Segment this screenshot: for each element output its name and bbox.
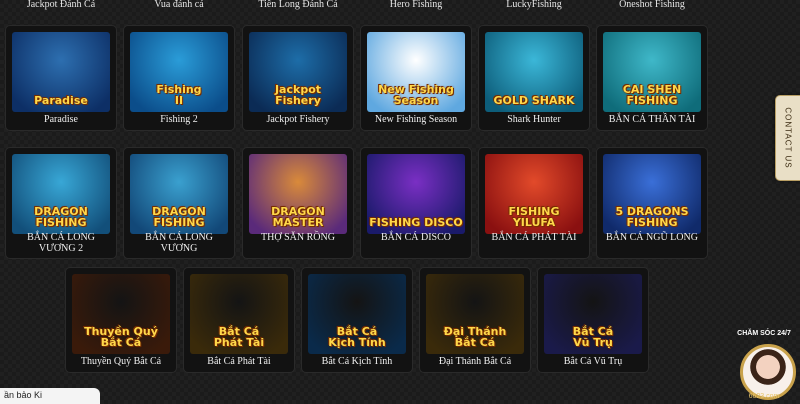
contact-us-label: CONTACT US <box>783 107 793 169</box>
game-logo: FISHING YILUFA <box>508 205 560 229</box>
game-title[interactable]: Fishing 2 <box>126 114 232 125</box>
game-label[interactable]: Tiên Long Đánh Cá <box>243 0 353 10</box>
game-thumbnail[interactable]: GOLD SHARK <box>485 32 583 112</box>
game-logo: 5 DRAGONS FISHING <box>615 205 689 229</box>
game-logo: Fishing II <box>156 83 202 107</box>
game-title[interactable]: BẮN CÁ NGŨ LONG <box>599 232 705 243</box>
game-logo: CAI SHEN FISHING <box>622 83 682 107</box>
notification-chip[interactable]: ần bảo Ki <box>0 388 100 404</box>
game-label[interactable]: Jackpot Đánh Cá <box>6 0 116 10</box>
game-label[interactable]: Hero Fishing <box>361 0 471 10</box>
game-thumbnail[interactable]: Bắt Cá Kịch Tính <box>308 274 406 354</box>
game-card-ban-ca-than-tai[interactable]: CAI SHEN FISHING BẮN CÁ THẦN TÀI <box>597 26 707 130</box>
game-card-bat-ca-vu-tru[interactable]: Bắt Cá Vũ Trụ Bắt Cá Vũ Trụ <box>538 268 648 372</box>
game-card-ban-ca-phat-tai[interactable]: FISHING YILUFA BẮN CÁ PHÁT TÀI <box>479 148 589 258</box>
game-logo: Bắt Cá Kịch Tính <box>328 325 386 349</box>
game-title[interactable]: Bắt Cá Kịch Tính <box>304 356 410 367</box>
game-card-tho-san-rong[interactable]: DRAGON MASTER THỢ SĂN RỒNG <box>243 148 353 258</box>
game-card-thuyen-quy-bat-ca[interactable]: Thuyền Quý Bắt Cá Thuyền Quý Bắt Cá <box>66 268 176 372</box>
support-agent-avatar <box>740 344 796 400</box>
game-title[interactable]: Bắt Cá Vũ Trụ <box>540 356 646 367</box>
game-logo: DRAGON FISHING <box>34 205 88 229</box>
game-thumbnail[interactable]: DRAGON FISHING <box>130 154 228 234</box>
game-title[interactable]: Shark Hunter <box>481 114 587 125</box>
game-card-new-fishing-season[interactable]: New Fishing Season New Fishing Season <box>361 26 471 130</box>
game-logo: DRAGON FISHING <box>152 205 206 229</box>
game-thumbnail[interactable]: Bắt Cá Vũ Trụ <box>544 274 642 354</box>
game-card-ban-ca-ngu-long[interactable]: 5 DRAGONS FISHING BẮN CÁ NGŨ LONG <box>597 148 707 258</box>
game-thumbnail[interactable]: 5 DRAGONS FISHING <box>603 154 701 234</box>
support-title: CHĂM SÓC 24/7 <box>737 330 791 337</box>
support-site-label: 6623.com <box>748 393 780 400</box>
game-title[interactable]: BẮN CÁ LONG VƯƠNG 2 <box>8 232 114 254</box>
game-card-bat-ca-phat-tai[interactable]: Bắt Cá Phát Tài Bắt Cá Phát Tài <box>184 268 294 372</box>
game-title[interactable]: BẮN CÁ LONG VƯƠNG <box>126 232 232 254</box>
game-logo: Jackpot Fishery <box>274 83 322 107</box>
game-title[interactable]: BẮN CÁ PHÁT TÀI <box>481 232 587 243</box>
top-row-labels: Jackpot Đánh Cá Vua đánh cá Tiên Long Đá… <box>0 0 800 18</box>
game-thumbnail[interactable]: Đại Thánh Bắt Cá <box>426 274 524 354</box>
game-title[interactable]: Thuyền Quý Bắt Cá <box>68 356 174 367</box>
support-widget[interactable]: CHĂM SÓC 24/7 6623.com <box>730 330 798 400</box>
game-logo: Bắt Cá Vũ Trụ <box>572 325 614 349</box>
game-thumbnail[interactable]: Jackpot Fishery <box>249 32 347 112</box>
game-title[interactable]: THỢ SĂN RỒNG <box>245 232 351 243</box>
game-logo: DRAGON MASTER <box>271 205 325 229</box>
game-logo: Đại Thánh Bắt Cá <box>443 325 507 349</box>
game-thumbnail[interactable]: FISHING DISCO <box>367 154 465 234</box>
game-title[interactable]: Paradise <box>8 114 114 125</box>
game-title[interactable]: New Fishing Season <box>363 114 469 125</box>
game-title[interactable]: Jackpot Fishery <box>245 114 351 125</box>
game-card-ban-ca-disco[interactable]: FISHING DISCO BẮN CÁ DISCO <box>361 148 471 258</box>
game-card-ban-ca-long-vuong[interactable]: DRAGON FISHING BẮN CÁ LONG VƯƠNG <box>124 148 234 258</box>
game-logo: GOLD SHARK <box>493 94 575 107</box>
game-title[interactable]: Đại Thánh Bắt Cá <box>422 356 528 367</box>
game-card-ban-ca-long-vuong-2[interactable]: DRAGON FISHING BẮN CÁ LONG VƯƠNG 2 <box>6 148 116 258</box>
contact-us-tab[interactable]: CONTACT US <box>775 95 800 181</box>
game-thumbnail[interactable]: New Fishing Season <box>367 32 465 112</box>
game-thumbnail[interactable]: DRAGON MASTER <box>249 154 347 234</box>
game-thumbnail[interactable]: Thuyền Quý Bắt Cá <box>72 274 170 354</box>
game-logo: FISHING DISCO <box>369 216 463 229</box>
game-thumbnail[interactable]: DRAGON FISHING <box>12 154 110 234</box>
game-thumbnail[interactable]: FISHING YILUFA <box>485 154 583 234</box>
game-logo: New Fishing Season <box>378 83 454 107</box>
game-card-jackpot-fishery[interactable]: Jackpot Fishery Jackpot Fishery <box>243 26 353 130</box>
game-card-dai-thanh-bat-ca[interactable]: Đại Thánh Bắt Cá Đại Thánh Bắt Cá <box>420 268 530 372</box>
game-label[interactable]: LuckyFishing <box>479 0 589 10</box>
game-card-shark-hunter[interactable]: GOLD SHARK Shark Hunter <box>479 26 589 130</box>
game-thumbnail[interactable]: Fishing II <box>130 32 228 112</box>
game-card-fishing-2[interactable]: Fishing II Fishing 2 <box>124 26 234 130</box>
game-card-paradise[interactable]: Paradise Paradise <box>6 26 116 130</box>
game-thumbnail[interactable]: Bắt Cá Phát Tài <box>190 274 288 354</box>
game-title[interactable]: BẮN CÁ THẦN TÀI <box>599 114 705 125</box>
game-label[interactable]: Oneshot Fishing <box>597 0 707 10</box>
game-logo: Paradise <box>34 94 88 107</box>
game-title[interactable]: BẮN CÁ DISCO <box>363 232 469 243</box>
game-card-bat-ca-kich-tinh[interactable]: Bắt Cá Kịch Tính Bắt Cá Kịch Tính <box>302 268 412 372</box>
game-title[interactable]: Bắt Cá Phát Tài <box>186 356 292 367</box>
game-thumbnail[interactable]: Paradise <box>12 32 110 112</box>
game-logo: Bắt Cá Phát Tài <box>213 325 265 349</box>
game-thumbnail[interactable]: CAI SHEN FISHING <box>603 32 701 112</box>
game-logo: Thuyền Quý Bắt Cá <box>84 325 158 349</box>
game-label[interactable]: Vua đánh cá <box>124 0 234 10</box>
